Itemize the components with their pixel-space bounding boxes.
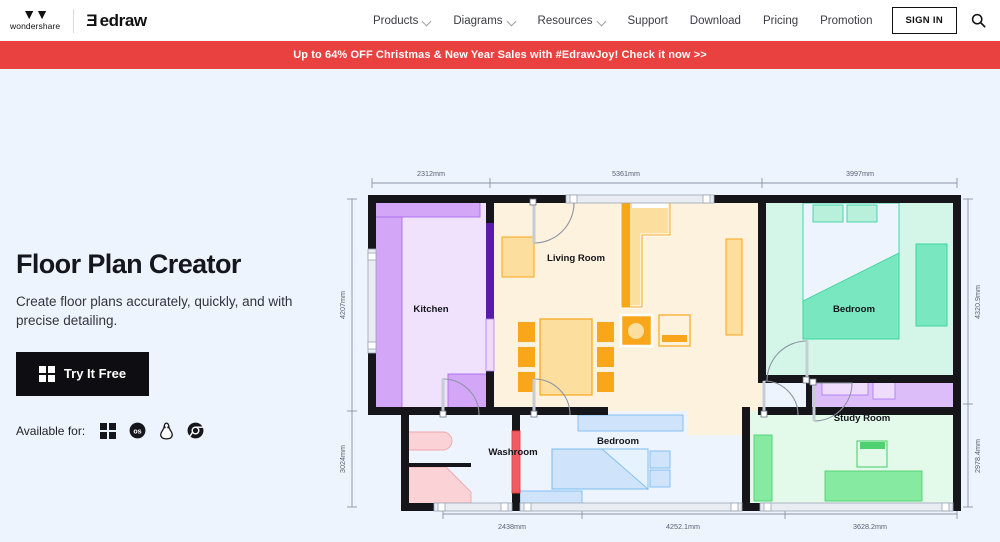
brand-logo-group[interactable]: ▼▼ wondershare Ǝ edraw [10,6,148,33]
nav-label-resources: Resources [537,14,593,27]
nav-label-support: Support [627,14,668,27]
nav-label-promotion: Promotion [820,14,873,27]
top-navigation-bar: ▼▼ wondershare Ǝ edraw Products Diagrams… [0,0,1000,41]
nav-links: Products Diagrams Resources Support Down… [362,7,986,34]
room-closet [810,379,957,411]
edraw-wordmark: edraw [99,10,148,30]
floor-plan-illustration: 2312mm 5361mm 3997mm 2438mm 4252.1mm 362… [330,119,990,539]
room-bedroom-lower [519,411,688,508]
chevron-down-icon [423,17,431,25]
available-for-label: Available for: [16,423,86,438]
room-washroom [405,411,508,508]
room-study [750,411,957,507]
promo-banner[interactable]: Up to 64% OFF Christmas & New Year Sales… [0,41,1000,69]
room-label-study: Study Room [834,413,891,424]
edraw-mark-icon: Ǝ [86,11,98,30]
dimension-top-3: 3997mm [846,169,874,178]
main-content: Floor Plan Creator Create floor plans ac… [0,69,1000,542]
available-platforms: Available for: os [16,422,336,440]
dimension-right-2: 2978.4mm [973,439,982,473]
dimension-bottom-3: 3628.2mm [853,522,887,531]
sign-in-button[interactable]: SIGN IN [891,7,957,34]
dimension-top-2: 5361mm [612,169,640,178]
try-it-free-label: Try It Free [63,366,127,382]
dimension-group-right [963,198,973,508]
brand-divider [73,8,75,33]
nav-label-download: Download [689,14,741,27]
nav-item-products[interactable]: Products [362,15,442,27]
page-title: Floor Plan Creator [16,249,241,279]
nav-label-diagrams: Diagrams [453,14,503,27]
dimension-bottom-2: 4252.1mm [666,522,700,531]
promo-banner-text: Up to 64% OFF Christmas & New Year Sales… [293,49,707,61]
nav-item-promotion[interactable]: Promotion [809,15,883,27]
search-icon[interactable] [971,13,986,28]
try-it-free-button[interactable]: Try It Free [16,351,149,396]
nav-item-download[interactable]: Download [679,15,752,27]
hero-section: Floor Plan Creator Create floor plans ac… [16,249,336,440]
dimension-right-1: 4320.9mm [973,285,982,319]
macos-icon[interactable]: os [128,422,146,440]
nav-item-pricing[interactable]: Pricing [752,15,809,27]
windows-icon[interactable] [99,422,117,440]
dimension-group-left [347,198,357,508]
chevron-down-icon [508,17,516,25]
nav-item-resources[interactable]: Resources [527,15,617,27]
nav-item-support[interactable]: Support [617,15,679,27]
room-label-bedroom-upper: Bedroom [833,304,875,315]
dimension-left-1: 4207mm [338,291,347,319]
room-label-washroom: Washroom [488,447,537,458]
wondershare-wordmark: wondershare [10,21,61,31]
svg-text:os: os [133,428,141,436]
dimension-bottom-1: 2438mm [498,522,526,531]
dimension-left-2: 3024mm [338,445,347,473]
nav-item-diagrams[interactable]: Diagrams [442,15,526,27]
chrome-icon[interactable] [186,422,204,440]
wondershare-mark-icon: ▼▼ [22,6,49,22]
dimension-group-top [371,178,958,188]
wondershare-logo[interactable]: ▼▼ wondershare [10,6,61,31]
linux-icon[interactable] [157,422,175,440]
nav-label-products: Products [372,14,419,27]
edraw-logo[interactable]: Ǝ edraw [86,10,148,31]
windows-icon [38,365,55,382]
hero-subtitle: Create floor plans accurately, quickly, … [16,293,293,329]
room-label-living: Living Room [547,253,605,264]
chevron-down-icon [598,17,606,25]
dimension-top-1: 2312mm [417,169,445,178]
nav-label-pricing: Pricing [762,14,799,27]
room-label-kitchen: Kitchen [413,304,448,315]
room-label-bedroom-lower: Bedroom [597,436,639,447]
